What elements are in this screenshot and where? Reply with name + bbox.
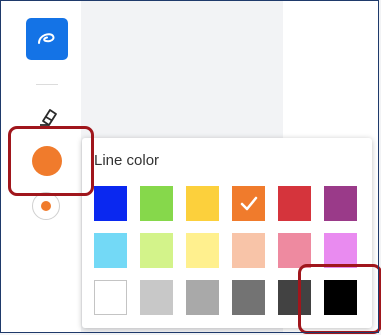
highlight-box-black-swatch (298, 264, 381, 334)
color-swatch[interactable] (232, 280, 265, 315)
pen-tool-button[interactable] (26, 18, 68, 60)
eraser-icon (40, 109, 57, 126)
color-swatch[interactable] (278, 233, 311, 268)
drawing-toolbar (20, 10, 76, 235)
line-size-button[interactable] (32, 192, 60, 220)
color-swatch[interactable] (232, 186, 265, 221)
color-swatch[interactable] (140, 280, 173, 315)
popup-title: Line color (94, 152, 160, 169)
color-swatch[interactable] (186, 280, 219, 315)
color-swatch[interactable] (324, 233, 357, 268)
color-swatch[interactable] (278, 186, 311, 221)
checkmark-icon (240, 196, 257, 210)
pen-loop-icon (38, 33, 55, 44)
size-dot-icon (41, 201, 51, 211)
color-swatch[interactable] (94, 280, 127, 315)
color-swatch[interactable] (94, 186, 127, 221)
color-swatch[interactable] (94, 233, 127, 268)
color-swatch[interactable] (186, 186, 219, 221)
highlight-box-color-tool (8, 126, 94, 196)
color-swatch[interactable] (140, 233, 173, 268)
color-swatch[interactable] (232, 233, 265, 268)
toolbar-divider (36, 84, 58, 85)
color-swatch[interactable] (324, 186, 357, 221)
color-swatch[interactable] (140, 186, 173, 221)
color-swatch[interactable] (186, 233, 219, 268)
